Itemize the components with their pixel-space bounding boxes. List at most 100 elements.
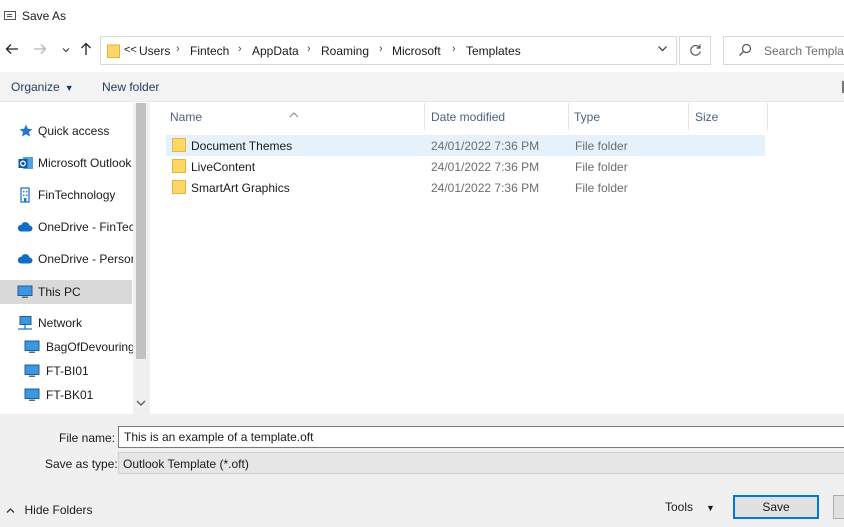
column-header-label: Size [695, 110, 719, 124]
breadcrumb-separator[interactable]: › [307, 43, 311, 55]
sidebar-item-quick-access[interactable]: Quick access [0, 119, 132, 143]
file-date-modified: 24/01/2022 7:36 PM [431, 139, 540, 153]
hide-folders-button[interactable]: Hide Folders [6, 503, 93, 517]
building-icon [20, 187, 30, 203]
column-header-date-modified[interactable]: Date modified [425, 103, 568, 130]
sidebar-item-ft-bk01[interactable]: FT-BK01 [0, 383, 132, 407]
sidebar-item-label: FinTechnology [38, 188, 116, 202]
sidebar-item-onedrive-personal[interactable]: OneDrive - Personal [0, 247, 147, 271]
sidebar-item-bagofdevouring[interactable]: BagOfDevouring [0, 335, 135, 359]
column-header-label: Name [170, 110, 203, 124]
up-button[interactable] [77, 42, 95, 60]
column-header-size[interactable]: Size [689, 103, 767, 130]
sidebar-item-this-pc[interactable]: This PC [0, 280, 132, 304]
scroll-down-icon[interactable] [136, 399, 146, 410]
search-placeholder[interactable]: Search Templates [764, 44, 844, 58]
folder-icon [107, 44, 120, 58]
address-history-button[interactable] [657, 43, 668, 57]
hide-folders-label: Hide Folders [24, 503, 93, 517]
column-header-label: Type [574, 110, 601, 124]
sidebar-item-network[interactable]: Network [0, 311, 132, 335]
arrow-up-icon [81, 42, 91, 55]
save-button[interactable]: Save [733, 495, 819, 519]
cloud-icon [17, 222, 33, 232]
breadcrumb-appdata[interactable]: AppData [252, 44, 299, 58]
back-button[interactable] [3, 42, 21, 60]
breadcrumb-separator[interactable]: › [176, 43, 180, 55]
forward-button[interactable] [31, 42, 49, 60]
sidebar-item-label: FT-BI01 [46, 364, 89, 378]
file-date-modified: 24/01/2022 7:36 PM [431, 181, 540, 195]
address-bar[interactable]: << Users › Fintech › AppData › Roaming ›… [100, 36, 677, 65]
breadcrumb-roaming[interactable]: Roaming [321, 44, 369, 58]
save-as-type-value: Outlook Template (*.oft) [123, 457, 249, 471]
folder-icon [172, 180, 186, 194]
file-row-smartart-graphics[interactable]: SmartArt Graphics 24/01/2022 7:36 PM Fil… [166, 177, 765, 198]
save-as-type-select[interactable]: Outlook Template (*.oft) [118, 452, 844, 474]
sidebar-item-ft-bi01[interactable]: FT-BI01 [0, 359, 132, 383]
command-bar: Organize ▼ New folder [0, 72, 844, 102]
file-name: SmartArt Graphics [191, 181, 290, 195]
computer-icon [24, 364, 40, 377]
folder-icon [172, 159, 186, 173]
file-type: File folder [575, 139, 628, 153]
file-name-input[interactable] [118, 426, 844, 448]
file-row-document-themes[interactable]: Document Themes 24/01/2022 7:36 PM File … [166, 135, 765, 156]
file-list: Name Date modified Type Size Document Th… [151, 103, 844, 414]
window-title: Save As [22, 9, 67, 23]
organize-menu-button[interactable]: Organize ▼ [11, 80, 74, 94]
sidebar-item-label: FT-BK01 [46, 388, 94, 402]
sidebar-item-label: Microsoft Outlook [38, 156, 132, 170]
file-type: File folder [575, 181, 628, 195]
cancel-button[interactable] [833, 495, 844, 519]
tools-label: Tools [665, 500, 694, 514]
file-type: File folder [575, 160, 628, 174]
search-box[interactable]: Search Templates [723, 36, 844, 65]
caret-down-icon: ▼ [706, 503, 715, 513]
chevron-up-icon [6, 506, 18, 516]
folder-icon [172, 138, 186, 152]
sidebar-item-microsoft-outlook[interactable]: Microsoft Outlook [0, 151, 132, 175]
refresh-button[interactable] [679, 36, 711, 65]
computer-icon [17, 285, 33, 298]
recent-locations-button[interactable] [57, 42, 75, 60]
dialog-icon [4, 11, 16, 20]
column-header-type[interactable]: Type [569, 103, 688, 130]
breadcrumb-fintech[interactable]: Fintech [190, 44, 229, 58]
tools-menu-button[interactable]: Tools ▼ [665, 500, 715, 514]
chevron-down-icon [658, 46, 667, 52]
file-date-modified: 24/01/2022 7:36 PM [431, 160, 540, 174]
breadcrumb-templates[interactable]: Templates [466, 44, 521, 58]
scrollbar-thumb[interactable] [136, 103, 146, 359]
sidebar-item-onedrive-business[interactable]: OneDrive - FinTechnology [0, 215, 149, 239]
save-as-type-label: Save as type: [45, 457, 118, 471]
network-icon [18, 316, 32, 330]
sort-ascending-icon [289, 110, 299, 121]
breadcrumb-users[interactable]: Users [139, 44, 170, 58]
chevron-down-icon [62, 48, 70, 53]
title-bar: Save As [0, 0, 844, 32]
breadcrumb-separator[interactable]: › [452, 43, 456, 55]
sidebar-item-label: This PC [38, 285, 81, 299]
caret-down-icon: ▼ [64, 83, 74, 93]
navigation-bar: << Users › Fintech › AppData › Roaming ›… [0, 34, 844, 68]
sidebar-item-label: Network [38, 316, 83, 330]
breadcrumb-separator[interactable]: › [379, 43, 383, 55]
breadcrumb-separator[interactable]: › [238, 43, 242, 55]
save-options-panel: File name: Save as type: Outlook Templat… [0, 414, 844, 527]
file-name: LiveContent [191, 160, 256, 174]
navigation-scrollbar[interactable] [133, 103, 149, 414]
breadcrumb-overflow[interactable]: << [124, 44, 137, 56]
arrow-left-icon [5, 44, 18, 54]
sidebar-item-label: OneDrive - Personal [38, 252, 147, 266]
column-divider[interactable] [767, 103, 768, 130]
arrow-right-icon [34, 44, 47, 54]
file-row-livecontent[interactable]: LiveContent 24/01/2022 7:36 PM File fold… [166, 156, 765, 177]
sidebar-item-fintechnology[interactable]: FinTechnology [0, 183, 132, 207]
new-folder-button[interactable]: New folder [102, 80, 159, 94]
breadcrumb-microsoft[interactable]: Microsoft [392, 44, 441, 58]
column-header-name[interactable]: Name [151, 103, 425, 130]
sidebar-item-label: BagOfDevouring [46, 340, 135, 354]
search-icon [739, 43, 752, 56]
computer-icon [24, 388, 40, 401]
